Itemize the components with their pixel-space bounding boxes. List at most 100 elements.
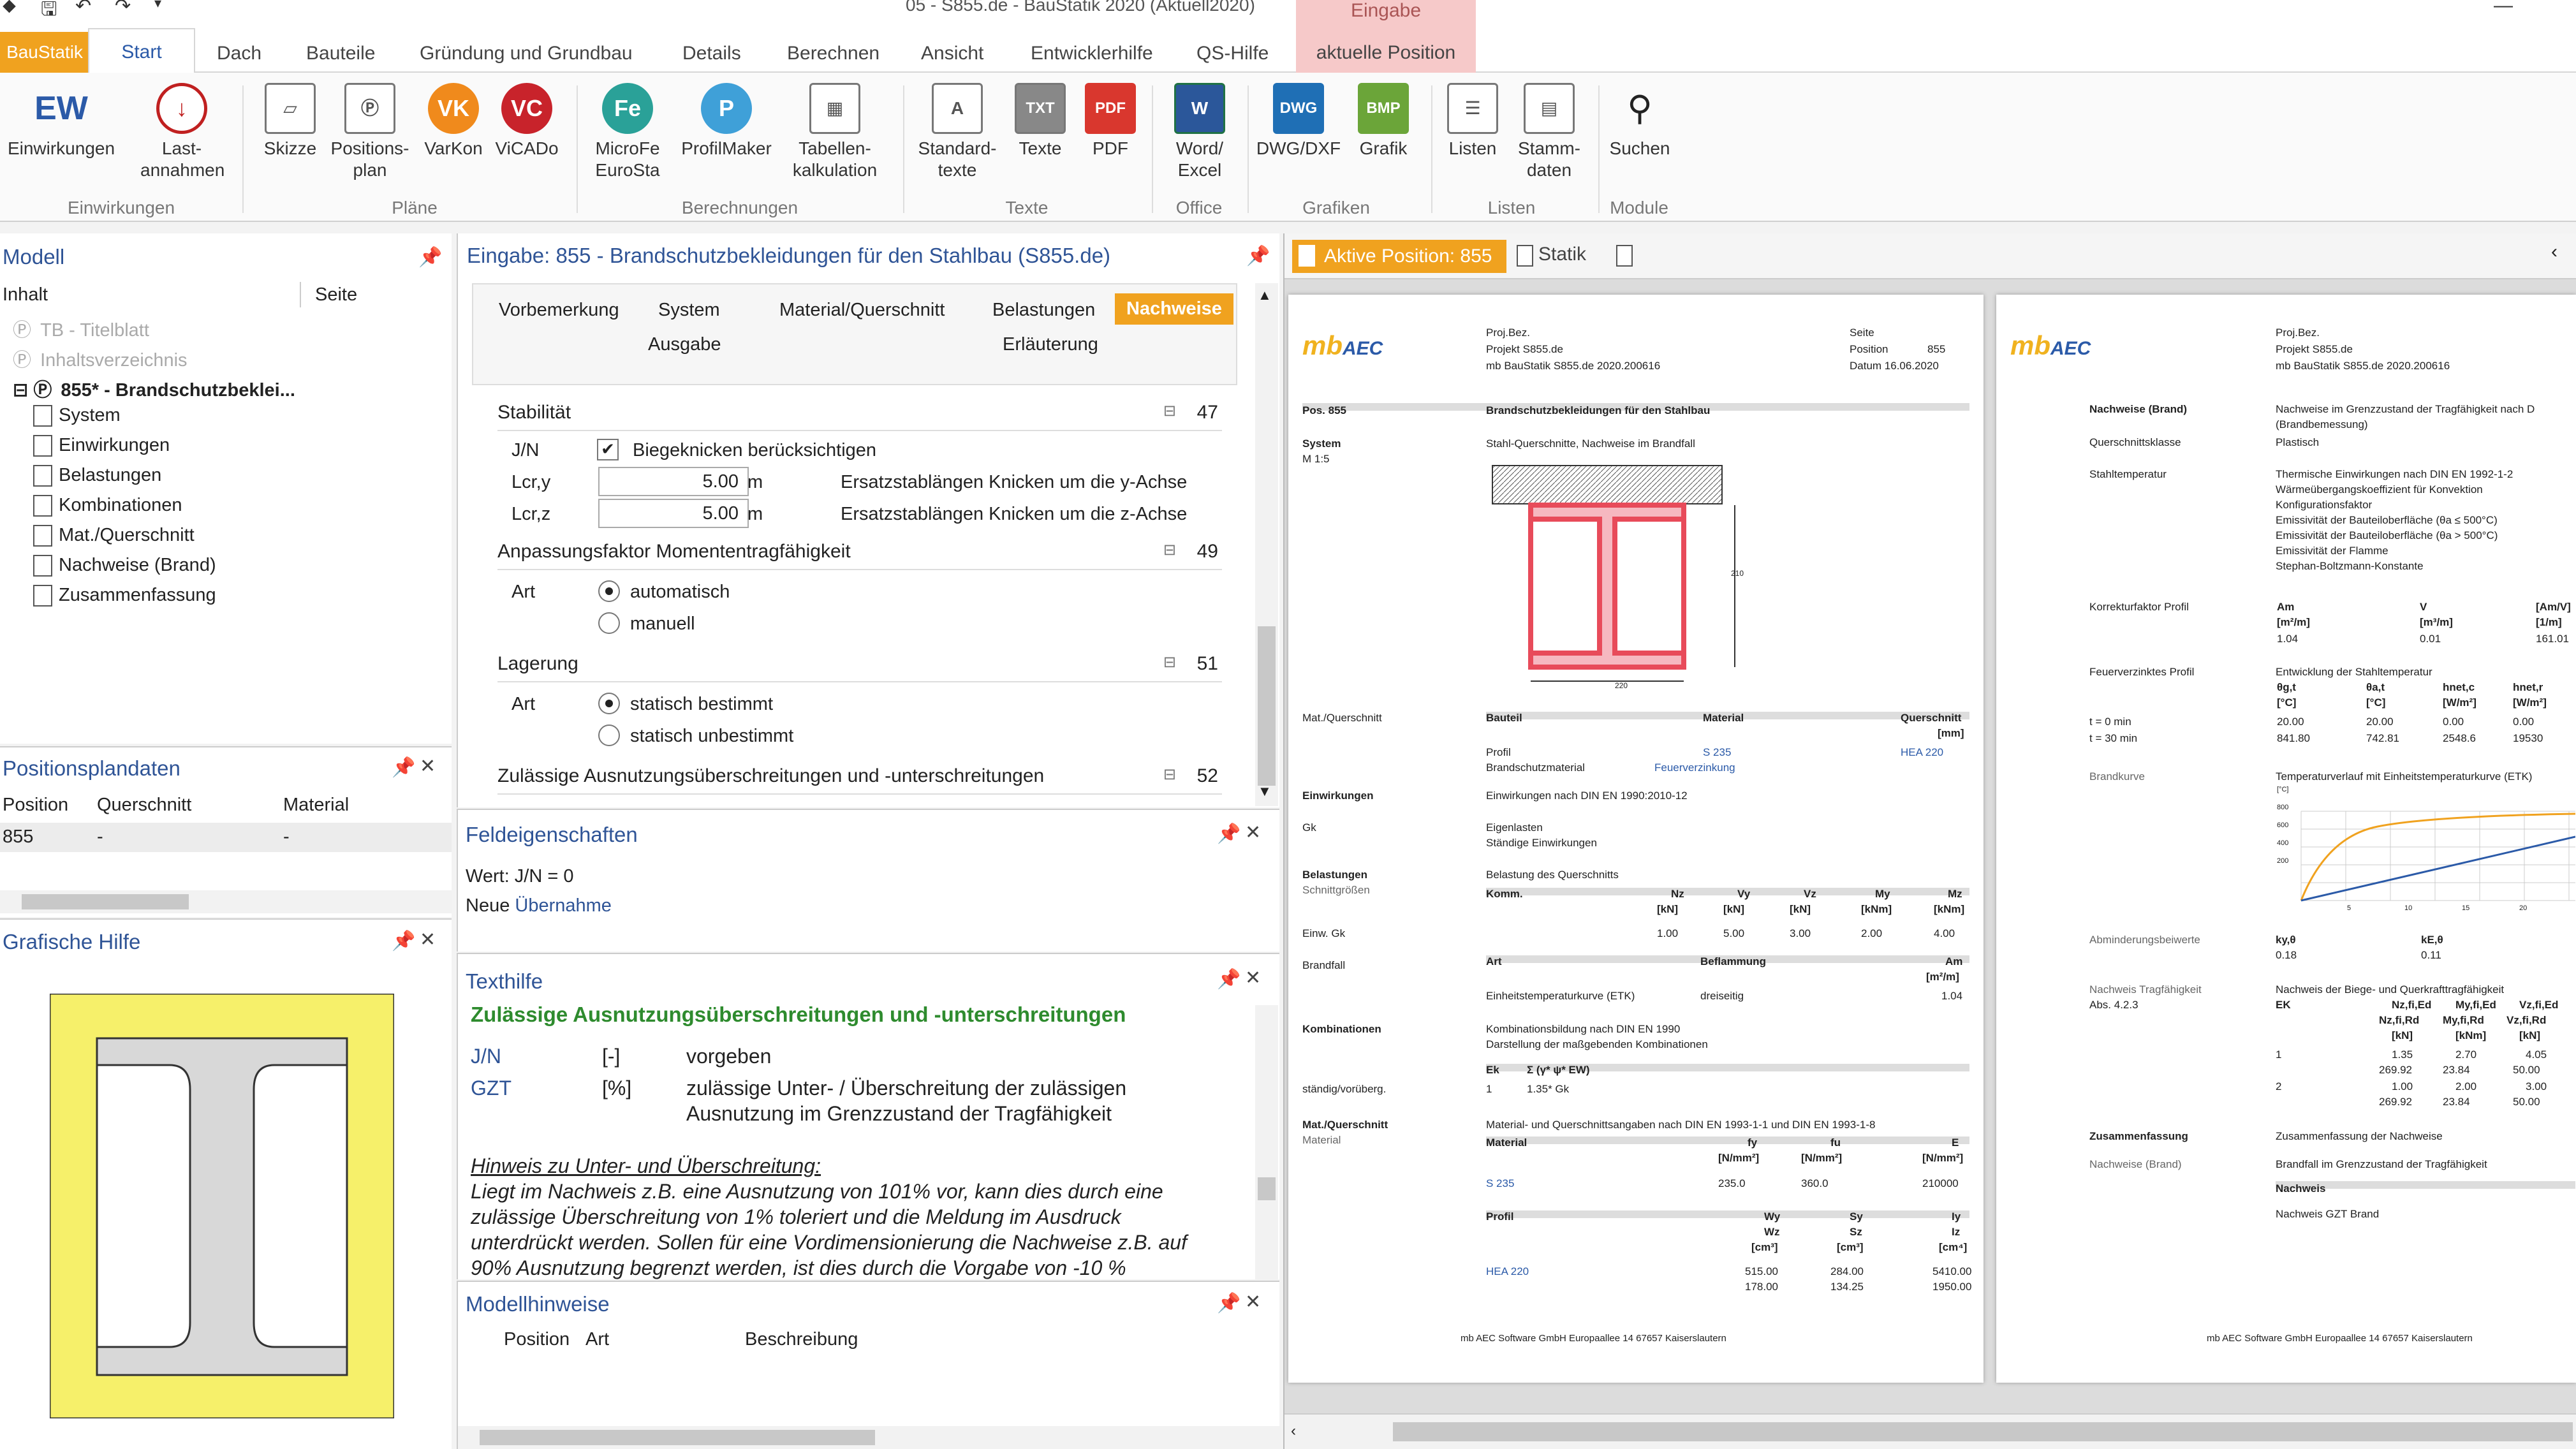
pin-icon[interactable]: 📌 <box>1246 245 1270 267</box>
tree-item[interactable]: System <box>33 405 121 427</box>
lcrz-input[interactable]: 5.00 <box>598 499 749 528</box>
tab-nachweise[interactable]: Nachweise <box>1115 293 1233 325</box>
tab-material-querschnitt[interactable]: Material/Querschnitt <box>779 300 945 321</box>
stammdaten-button[interactable]: ▤ Stamm- daten <box>1508 83 1591 181</box>
tab-bauteile[interactable]: Bauteile <box>306 36 375 71</box>
suchen-button[interactable]: ⚲ Suchen <box>1605 83 1675 159</box>
tree-item[interactable]: Kombinationen <box>33 495 182 517</box>
tree-item[interactable]: Ⓟ Inhaltsverzeichnis <box>13 345 188 372</box>
tab-system[interactable]: System <box>658 300 720 321</box>
tab-statik[interactable]: Statik <box>1538 244 1586 265</box>
page-icon <box>33 405 52 427</box>
pin-icon[interactable]: 📌 <box>1217 823 1240 845</box>
chevron-left-icon[interactable]: ‹ <box>2551 241 2558 263</box>
new-document-icon[interactable] <box>1616 245 1633 267</box>
tab-belastungen[interactable]: Belastungen <box>992 300 1095 321</box>
grafik-button[interactable]: BMP Grafik <box>1348 83 1418 159</box>
table-row[interactable] <box>0 823 452 852</box>
pin-icon[interactable]: 📌 <box>1217 1292 1240 1314</box>
undo-icon[interactable]: ↶ <box>75 0 91 17</box>
position-icon: Ⓟ <box>13 320 37 341</box>
tab-gruendung[interactable]: Gründung und Grundbau <box>420 36 633 71</box>
microfe-button[interactable]: Fe MicroFe EuroSta <box>583 83 672 181</box>
radio-automatisch[interactable] <box>598 580 620 602</box>
tab-berechnen[interactable]: Berechnen <box>787 36 880 71</box>
section-zulaessige[interactable]: Zulässige Ausnutzungsüberschreitungen un… <box>497 759 1222 795</box>
collapse-icon[interactable]: ⊟ <box>1163 541 1176 559</box>
tab-aktuelle-position[interactable]: aktuelle Position <box>1296 42 1476 64</box>
standardtexte-button[interactable]: A Standard- texte <box>909 83 1005 181</box>
radio-statisch-unbestimmt[interactable] <box>598 724 620 746</box>
tab-dach[interactable]: Dach <box>217 36 261 71</box>
tree-item[interactable]: ⊟ Ⓟ 855* - Brandschutzbeklei... <box>13 375 295 402</box>
tree-item[interactable]: Einwirkungen <box>33 435 170 457</box>
skizze-button[interactable]: ▱ Skizze <box>255 83 325 159</box>
pin-icon[interactable]: 📌 <box>392 756 415 779</box>
tree-item[interactable]: Ⓟ TB - Titelblatt <box>13 315 149 342</box>
texte-button[interactable]: TXT Texte <box>1005 83 1075 159</box>
radio-statisch-bestimmt[interactable] <box>598 693 620 714</box>
tab-details[interactable]: Details <box>682 36 741 71</box>
tab-ansicht[interactable]: Ansicht <box>921 36 983 71</box>
tab-vorbemerkung[interactable]: Vorbemerkung <box>499 300 619 321</box>
horizontal-scrollbar[interactable] <box>0 890 452 913</box>
section-lagerung[interactable]: Lagerung ⊟ 51 <box>497 647 1222 682</box>
vertical-scrollbar[interactable]: ▲ ▼ <box>1255 283 1278 806</box>
redo-icon[interactable]: ↷ <box>115 0 131 17</box>
section-anpassungsfaktor[interactable]: Anpassungsfaktor Momententragfähigkeit ⊟ 4… <box>497 534 1222 570</box>
profilmaker-button[interactable]: P ProfilMaker <box>672 83 781 159</box>
tree-item[interactable]: Nachweise (Brand) <box>33 555 216 577</box>
biegeknicken-checkbox[interactable]: ✔ <box>597 439 619 460</box>
doc-text: Material- und Querschnittsangaben nach D… <box>1486 1119 1876 1131</box>
close-icon[interactable]: ✕ <box>420 929 436 951</box>
jn-desc: vorgeben <box>686 1045 772 1068</box>
close-icon[interactable]: ✕ <box>420 755 436 777</box>
minimize-icon[interactable]: — <box>2494 0 2513 17</box>
word-excel-button[interactable]: W Word/ Excel <box>1158 83 1241 181</box>
quick-access-dropdown-icon[interactable]: ▾ <box>154 0 161 11</box>
doc-text: Am <box>1945 955 1963 967</box>
tree-item[interactable]: Zusammenfassung <box>33 585 216 607</box>
pdf-button[interactable]: PDF PDF <box>1075 83 1145 159</box>
vicado-button[interactable]: VC ViCADo <box>489 83 565 159</box>
tree-item[interactable]: Mat./Querschnitt <box>33 525 195 547</box>
pin-icon[interactable]: 📌 <box>1217 968 1240 990</box>
collapse-icon[interactable]: ⊟ <box>1163 402 1176 420</box>
collapse-icon[interactable]: ⊟ <box>1163 653 1176 672</box>
tab-aktive-position[interactable]: Aktive Position: 855 <box>1292 240 1506 273</box>
scroll-left-icon[interactable]: ‹ <box>1291 1422 1296 1440</box>
radio-manuell[interactable] <box>598 612 620 634</box>
collapse-icon[interactable]: ⊟ <box>1163 765 1176 784</box>
close-icon[interactable]: ✕ <box>1245 967 1261 989</box>
doc-text: Nz,fi,Rd <box>2379 1014 2420 1026</box>
tab-start[interactable]: Start <box>88 28 195 74</box>
lcry-input[interactable]: 5.00 <box>598 467 749 496</box>
doc-text: 1.04 <box>1941 990 1963 1002</box>
horizontal-scrollbar[interactable]: ‹ <box>1284 1413 2576 1449</box>
pin-icon[interactable]: 📌 <box>392 930 415 952</box>
tab-erlaeuterung[interactable]: Erläuterung <box>1003 334 1098 355</box>
uebernahme-link[interactable]: Übernahme <box>515 895 612 916</box>
dwg-dxf-button[interactable]: DWG DWG/DXF <box>1254 83 1343 159</box>
einwirkungen-button[interactable]: EW Einwirkungen <box>4 83 119 159</box>
listen-button[interactable]: ☰ Listen <box>1438 83 1508 159</box>
vertical-scrollbar[interactable] <box>1255 1005 1278 1279</box>
lastannahmen-button[interactable]: ↓ Last- annahmen <box>140 83 224 181</box>
scroll-up-icon[interactable]: ▲ <box>1258 287 1272 304</box>
horizontal-scrollbar[interactable] <box>458 1426 1281 1449</box>
pin-icon[interactable]: 📌 <box>418 246 442 268</box>
tabellenkalkulation-button[interactable]: ▦ Tabellen- kalkulation <box>781 83 889 181</box>
tab-baustatik[interactable]: BauStatik <box>0 32 89 73</box>
positionsplan-button[interactable]: Ⓟ Positions- plan <box>325 83 415 181</box>
scroll-down-icon[interactable]: ▼ <box>1258 783 1272 800</box>
close-icon[interactable]: ✕ <box>1245 821 1261 844</box>
section-stabilitaet[interactable]: Stabilität ⊟ 47 <box>497 395 1222 431</box>
close-icon[interactable]: ✕ <box>1245 1291 1261 1313</box>
lcrz-label: Lcr,z <box>512 504 551 524</box>
tab-ausgabe[interactable]: Ausgabe <box>648 334 721 355</box>
tab-qs-hilfe[interactable]: QS-Hilfe <box>1196 36 1269 71</box>
doc-text: [cm³] <box>1837 1241 1864 1253</box>
tab-entwicklerhilfe[interactable]: Entwicklerhilfe <box>1031 36 1153 71</box>
tree-item[interactable]: Belastungen <box>33 465 161 487</box>
varkon-button[interactable]: VK VarKon <box>418 83 489 159</box>
